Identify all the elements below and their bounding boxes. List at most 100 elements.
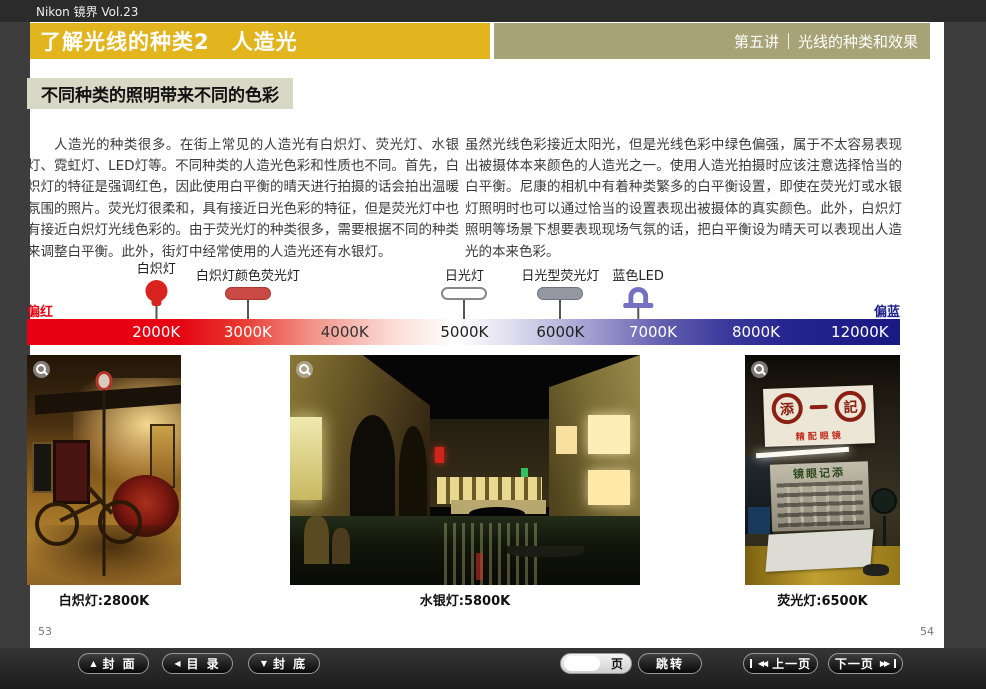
window-titlebar: Nikon 镜界 Vol.23: [0, 0, 986, 22]
scale-tick: 2000K: [132, 319, 180, 345]
navigation-toolbar: ▲ 封 面 ◀ 目 录 ▼ 封 底 页 跳转 ◀◀ 上一页 下一页 ▶▶: [0, 648, 986, 689]
scale-tick: 12000K: [831, 319, 889, 345]
page-number-input[interactable]: [564, 656, 600, 671]
body-column-right: 虽然光线色彩接近太阳光，但是光线色彩中绿色偏强，属于不太容易表现出被摄体本来颜色…: [465, 135, 902, 263]
back-cover-button-label: 封 底: [273, 655, 307, 672]
lamp-marker-tube-white: 日光灯: [441, 265, 487, 319]
chapter-header: 第五讲 光线的种类和效果: [494, 23, 930, 59]
lamp-marker-led: 蓝色LED: [612, 265, 663, 319]
photo2-boat: [507, 546, 584, 558]
window-title: Nikon 镜界 Vol.23: [36, 3, 138, 20]
photo-caption: 荧光灯:6500K: [745, 590, 900, 609]
photo-mercury-lamp[interactable]: [290, 355, 640, 585]
cover-button[interactable]: ▲ 封 面: [78, 653, 149, 674]
toc-button-label: 目 录: [186, 655, 220, 672]
temperature-gradient-bar: 2000K 3000K 4000K 5000K 6000K 7000K 8000K 12000…: [27, 319, 900, 345]
lamp-marker-tube-red: 白炽灯颜色荧光灯: [196, 265, 300, 319]
page-unit-label: 页: [611, 655, 623, 672]
zoom-icon[interactable]: [296, 361, 313, 378]
photo1-menu-board: [32, 442, 54, 493]
photo1-ground-shadow: [27, 525, 181, 585]
tube-gray-icon: [537, 287, 583, 300]
photo3-white-board: [765, 529, 873, 572]
scale-label-blue: 偏蓝: [874, 301, 900, 320]
lamp-label: 白炽灯颜色荧光灯: [196, 265, 300, 284]
photo3-sign-subtitle: 精配眼镜: [764, 427, 874, 444]
skip-start-icon: [750, 659, 752, 668]
photo1-street-sign: [96, 371, 113, 391]
photo-incandescent[interactable]: [27, 355, 181, 585]
photo2-lit-shop-window: [290, 417, 322, 500]
photo2-lit-window: [556, 426, 577, 454]
ebook-viewer: Nikon 镜界 Vol.23 53 54 了解光线的种类2 人造光 第五讲 光…: [0, 0, 986, 689]
zoom-icon[interactable]: [33, 361, 50, 378]
photo3-sign-left-lens: 添: [771, 393, 803, 425]
back-cover-button[interactable]: ▼ 封 底: [248, 653, 320, 674]
photo2-red-sign: [435, 447, 444, 463]
led-icon: [623, 287, 653, 308]
tube-red-icon: [225, 287, 271, 300]
photo-fluorescent[interactable]: 添 記 精配眼镜 镜眼记添: [745, 355, 900, 585]
lamp-markers: 白炽灯 白炽灯颜色荧光灯 日光灯 日光型荧光灯蓝色LED: [27, 259, 900, 319]
page-number-right: 54: [920, 625, 934, 638]
lamp-marker-tube-gray: 日光型荧光灯: [521, 265, 599, 319]
toc-button[interactable]: ◀ 目 录: [162, 653, 233, 674]
page-number-widget: 页: [560, 653, 632, 674]
photo3-ceiling: [745, 355, 900, 390]
section-title: 不同种类的照明带来不同的色彩: [41, 81, 279, 106]
lamp-marker-bulb: 白炽灯: [137, 258, 176, 319]
header-divider: [788, 33, 789, 49]
rewind-icon: ◀◀: [758, 659, 766, 668]
photo-caption: 白炽灯:2800K: [27, 590, 181, 609]
photo2-lit-window: [588, 470, 630, 505]
lamp-label: 日光灯: [445, 265, 484, 284]
down-triangle-icon: ▼: [261, 659, 267, 668]
photo3-sign-right-lens: 記: [834, 391, 866, 423]
jump-button[interactable]: 跳转: [638, 653, 702, 674]
photo3-glasses-sign: 添 記 精配眼镜: [763, 385, 875, 446]
scale-tick: 7000K: [629, 319, 677, 345]
left-triangle-icon: ◀: [174, 659, 180, 668]
chapter-label: 第五讲: [734, 31, 779, 52]
photo2-red-reflection: [476, 553, 483, 581]
next-page-label: 下一页: [835, 655, 874, 672]
page-number-left: 53: [38, 625, 52, 638]
lamp-label: 日光型荧光灯: [521, 265, 599, 284]
lamp-label: 白炽灯: [137, 258, 176, 277]
article-header: 了解光线的种类2 人造光: [30, 23, 490, 59]
photo3-display-board: 镜眼记添: [770, 461, 870, 531]
scale-tick: 5000K: [440, 319, 488, 345]
photo2-mooring-pole: [332, 528, 350, 565]
photo2-green-light: [521, 468, 528, 477]
scale-tick: 3000K: [224, 319, 272, 345]
cover-button-label: 封 面: [102, 655, 136, 672]
up-triangle-icon: ▲: [90, 659, 96, 668]
skip-end-icon: [894, 659, 896, 668]
lamp-label: 蓝色LED: [612, 265, 663, 284]
scale-label-red: 偏红: [27, 301, 53, 320]
zoom-icon[interactable]: [751, 361, 768, 378]
fast-forward-icon: ▶▶: [880, 659, 888, 668]
bulb-icon: [145, 280, 167, 306]
photo3-dark-object: [863, 564, 889, 576]
previous-page-button[interactable]: ◀◀ 上一页: [743, 653, 818, 674]
scale-tick: 8000K: [732, 319, 780, 345]
photo3-eyewear-rows: [777, 481, 864, 528]
color-temperature-scale: 白炽灯 白炽灯颜色荧光灯 日光灯 日光型荧光灯蓝色LED 偏红 偏蓝 2000K 300…: [27, 259, 900, 351]
scale-tick: 4000K: [321, 319, 369, 345]
next-page-button[interactable]: 下一页 ▶▶: [828, 653, 903, 674]
tube-white-icon: [441, 287, 487, 300]
jump-button-label: 跳转: [656, 655, 684, 672]
chapter-topic: 光线的种类和效果: [798, 31, 918, 52]
scale-tick: 6000K: [536, 319, 584, 345]
body-column-left: 人造光的种类很多。在街上常见的人造光有白炽灯、荧光灯、水银灯、霓虹灯、LED灯等…: [27, 135, 459, 263]
previous-page-label: 上一页: [772, 655, 811, 672]
photo2-lit-window: [588, 415, 630, 454]
photo1-red-door: [53, 440, 90, 504]
photo3-fan-pole: [883, 516, 886, 548]
photo2-mooring-pole: [304, 516, 329, 564]
article-title: 了解光线的种类2 人造光: [40, 26, 298, 56]
photo3-blue-box: [748, 507, 770, 535]
photo-caption: 水银灯:5800K: [290, 590, 640, 609]
photo3-sign-glasses-bridge: [809, 405, 827, 410]
